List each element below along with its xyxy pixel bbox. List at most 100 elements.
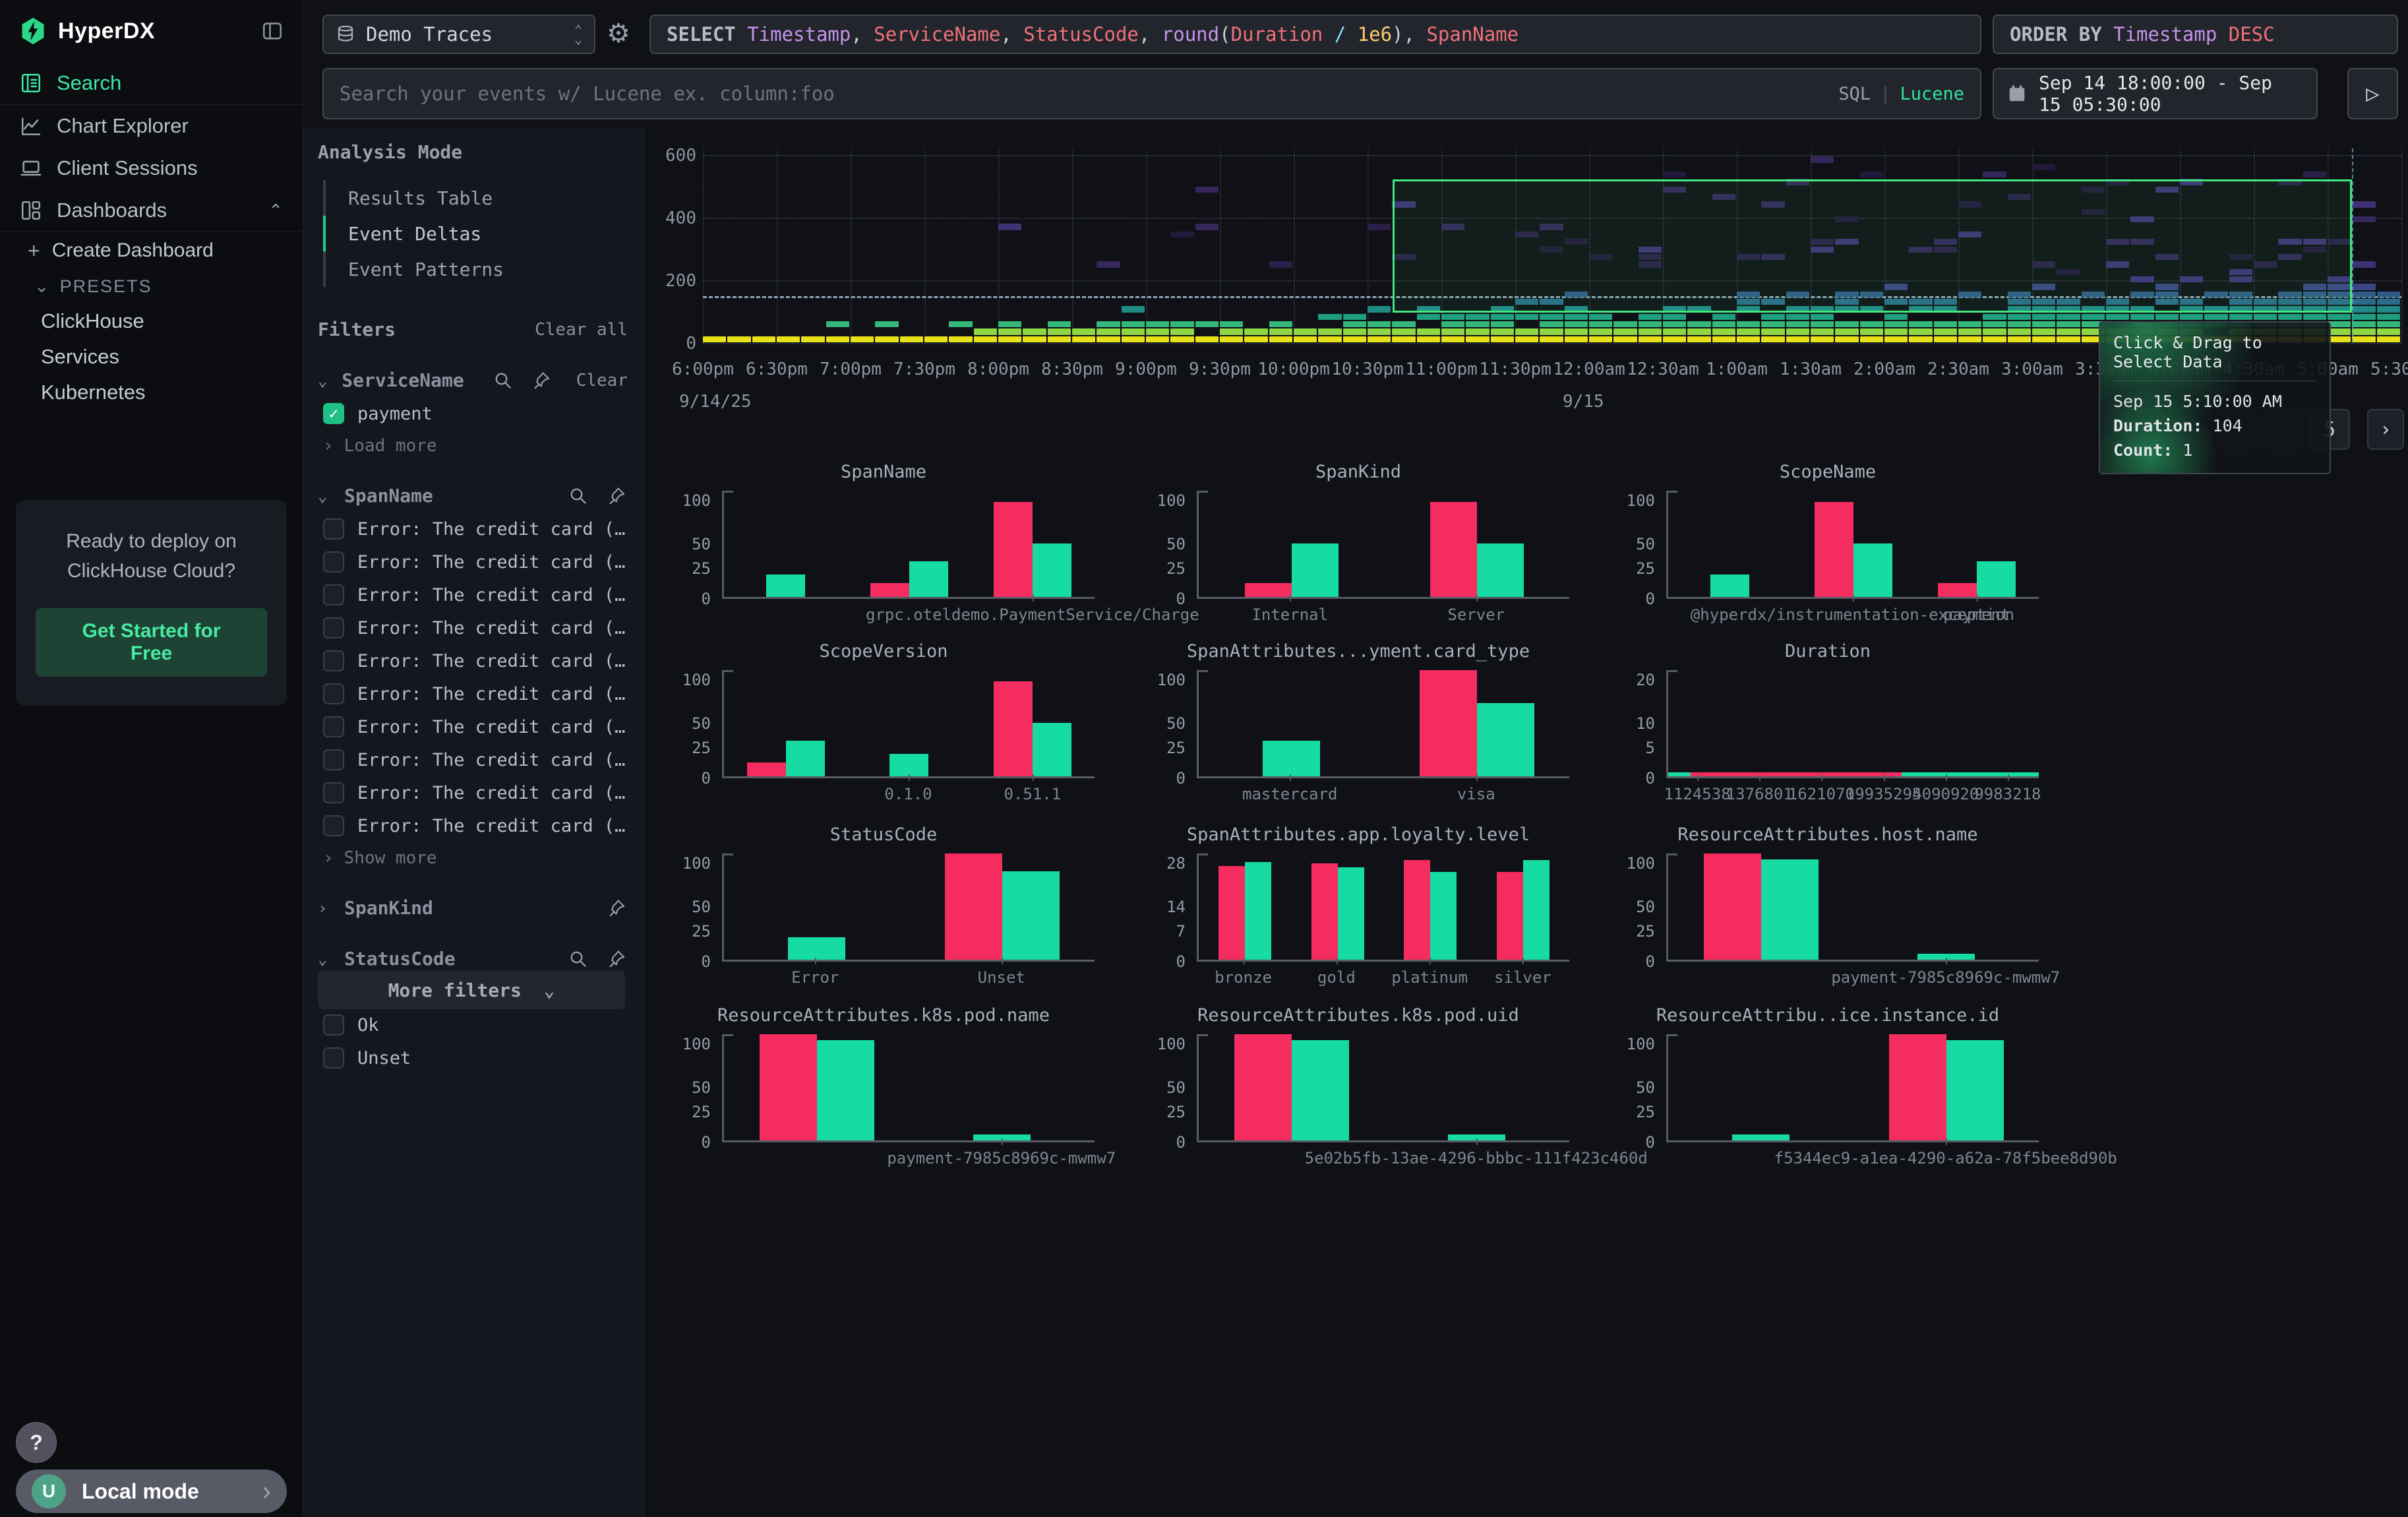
- inlier-bar[interactable]: [1732, 1134, 1790, 1140]
- filter-option[interactable]: ✓payment: [318, 403, 628, 424]
- checkbox-unchecked[interactable]: [323, 1047, 344, 1068]
- pin-icon[interactable]: [608, 949, 628, 969]
- inlier-bar[interactable]: [1477, 543, 1524, 597]
- delta-chart-resourceattributes-host-name[interactable]: ResourceAttributes.host.name02550100paym…: [1617, 824, 2039, 991]
- delta-chart-spanname[interactable]: SpanName02550100grpc.oteldemo.PaymentSer…: [673, 462, 1095, 628]
- preset-item-services[interactable]: Services: [0, 339, 303, 375]
- inlier-bar[interactable]: [1853, 543, 1892, 597]
- inlier-bar[interactable]: [786, 741, 825, 776]
- presets-toggle[interactable]: ⌄PRESETS: [0, 269, 303, 303]
- inlier-bar[interactable]: [1292, 543, 1339, 597]
- more-filters-button[interactable]: More filters ⌄: [318, 971, 625, 1009]
- pagination-next-button[interactable]: ›: [2367, 409, 2404, 450]
- filter-section-spanname[interactable]: ⌄SpanName: [318, 485, 628, 507]
- date-range-picker[interactable]: Sep 14 18:00:00 - Sep 15 05:30:00: [1993, 68, 2318, 119]
- checkbox-unchecked[interactable]: [323, 551, 344, 573]
- filter-option[interactable]: Error: The credit card (…: [318, 683, 628, 704]
- clear-section-button[interactable]: Clear: [576, 371, 628, 390]
- checkbox-unchecked[interactable]: [323, 716, 344, 737]
- load-more-button[interactable]: ›Load more: [318, 436, 628, 456]
- help-button[interactable]: ?: [16, 1422, 57, 1463]
- sql-select-input[interactable]: SELECT Timestamp, ServiceName, StatusCod…: [649, 15, 1981, 54]
- inlier-bar[interactable]: [1477, 703, 1534, 776]
- magnifier-icon[interactable]: [568, 949, 588, 969]
- inlier-bar[interactable]: [1263, 741, 1320, 776]
- delta-chart-resourceattributes-k8s-pod-name[interactable]: ResourceAttributes.k8s.pod.name02550100p…: [673, 1005, 1095, 1171]
- checkbox-unchecked[interactable]: [323, 782, 344, 803]
- inlier-bar[interactable]: [1292, 1040, 1349, 1140]
- delta-chart-resourceattribu-ice-instance-id[interactable]: ResourceAttribu..ice.instance.id02550100…: [1617, 1005, 2039, 1171]
- outlier-bar[interactable]: [747, 762, 786, 776]
- filter-option[interactable]: Error: The credit card (…: [318, 650, 628, 671]
- sidebar-item-search[interactable]: Search: [0, 62, 303, 104]
- sql-mode-toggle[interactable]: SQL: [1838, 84, 1871, 104]
- pin-icon[interactable]: [608, 898, 628, 918]
- filter-option[interactable]: Unset: [318, 1047, 628, 1068]
- sidebar-collapse-icon[interactable]: [260, 20, 284, 42]
- filter-option[interactable]: Ok: [318, 1014, 628, 1036]
- delta-chart-scopename[interactable]: ScopeName02550100@hyperdx/instrumentatio…: [1617, 462, 2039, 628]
- inlier-bar[interactable]: [1523, 860, 1550, 960]
- delta-chart-duration[interactable]: Duration05102011245381376801162107019935…: [1617, 641, 2039, 807]
- inlier-bar[interactable]: [1002, 871, 1060, 960]
- show-more-button[interactable]: ›Show more: [318, 848, 628, 868]
- filter-section-servicename[interactable]: ⌄ServiceNameClear: [318, 369, 628, 391]
- outlier-bar[interactable]: [870, 583, 909, 597]
- outlier-bar[interactable]: [994, 502, 1033, 597]
- checkbox-unchecked[interactable]: [323, 518, 344, 540]
- inlier-bar[interactable]: [1245, 862, 1271, 960]
- analysis-mode-results-table[interactable]: Results Table: [323, 180, 628, 216]
- heatmap-plot[interactable]: [703, 148, 2401, 343]
- inlier-bar[interactable]: [817, 1040, 874, 1140]
- inlier-bar[interactable]: [1338, 867, 1364, 960]
- checkbox-unchecked[interactable]: [323, 584, 344, 605]
- checkbox-unchecked[interactable]: [323, 650, 344, 671]
- delta-chart-spanattributes-app-loyalty-level[interactable]: SpanAttributes.app.loyalty.level071428br…: [1147, 824, 1569, 991]
- inlier-bar[interactable]: [1033, 723, 1071, 776]
- magnifier-icon[interactable]: [568, 486, 588, 506]
- outlier-bar[interactable]: [1234, 1034, 1292, 1140]
- outlier-bar[interactable]: [1404, 860, 1430, 960]
- preset-item-clickhouse[interactable]: ClickHouse: [0, 303, 303, 339]
- checkbox-unchecked[interactable]: [323, 1014, 344, 1036]
- inlier-bar[interactable]: [766, 574, 805, 597]
- inlier-bar[interactable]: [909, 561, 948, 597]
- search-input[interactable]: [340, 82, 1838, 105]
- delta-chart-scopeversion[interactable]: ScopeVersion025501000.1.00.51.1: [673, 641, 1095, 807]
- outlier-bar[interactable]: [994, 681, 1033, 776]
- user-menu[interactable]: U Local mode ›: [16, 1470, 287, 1513]
- checkbox-unchecked[interactable]: [323, 815, 344, 836]
- delta-chart-resourceattributes-k8s-pod-uid[interactable]: ResourceAttributes.k8s.pod.uid025501005e…: [1147, 1005, 1569, 1171]
- sidebar-item-client-sessions[interactable]: Client Sessions: [0, 147, 303, 189]
- filter-option[interactable]: Error: The credit card (…: [318, 617, 628, 638]
- lucene-mode-toggle[interactable]: Lucene: [1900, 84, 1964, 104]
- inlier-bar[interactable]: [1761, 859, 1819, 960]
- data-source-select[interactable]: Demo Traces ⌃⌄: [322, 15, 595, 54]
- selection-rectangle[interactable]: [1393, 179, 2352, 313]
- filter-option[interactable]: Error: The credit card (…: [318, 782, 628, 803]
- outlier-bar[interactable]: [760, 1034, 817, 1140]
- outlier-bar[interactable]: [945, 853, 1002, 960]
- filter-option[interactable]: Error: The credit card (…: [318, 551, 628, 573]
- filter-option[interactable]: Error: The credit card (…: [318, 749, 628, 770]
- outlier-bar[interactable]: [1245, 583, 1292, 597]
- clear-all-button[interactable]: Clear all: [535, 320, 628, 340]
- outlier-bar[interactable]: [1420, 670, 1477, 776]
- filter-option[interactable]: Error: The credit card (…: [318, 716, 628, 737]
- inlier-bar[interactable]: [1033, 543, 1071, 597]
- inlier-bar[interactable]: [1977, 561, 2016, 597]
- inlier-bar[interactable]: [788, 937, 845, 960]
- outlier-bar[interactable]: [1815, 502, 1853, 597]
- sidebar-item-chart-explorer[interactable]: Chart Explorer: [0, 105, 303, 147]
- preset-item-kubernetes[interactable]: Kubernetes: [0, 375, 303, 410]
- outlier-bar[interactable]: [1938, 583, 1977, 597]
- filter-section-spankind[interactable]: ›SpanKind: [318, 897, 628, 919]
- filter-option[interactable]: Error: The credit card (…: [318, 815, 628, 836]
- filter-section-statuscode[interactable]: ⌄StatusCode: [318, 948, 628, 970]
- checkbox-unchecked[interactable]: [323, 749, 344, 770]
- outlier-bar[interactable]: [1497, 872, 1523, 960]
- inlier-bar[interactable]: [1710, 574, 1749, 597]
- create-dashboard-button[interactable]: +Create Dashboard: [0, 232, 303, 269]
- inlier-bar[interactable]: [1430, 872, 1457, 960]
- analysis-mode-event-patterns[interactable]: Event Patterns: [323, 251, 628, 287]
